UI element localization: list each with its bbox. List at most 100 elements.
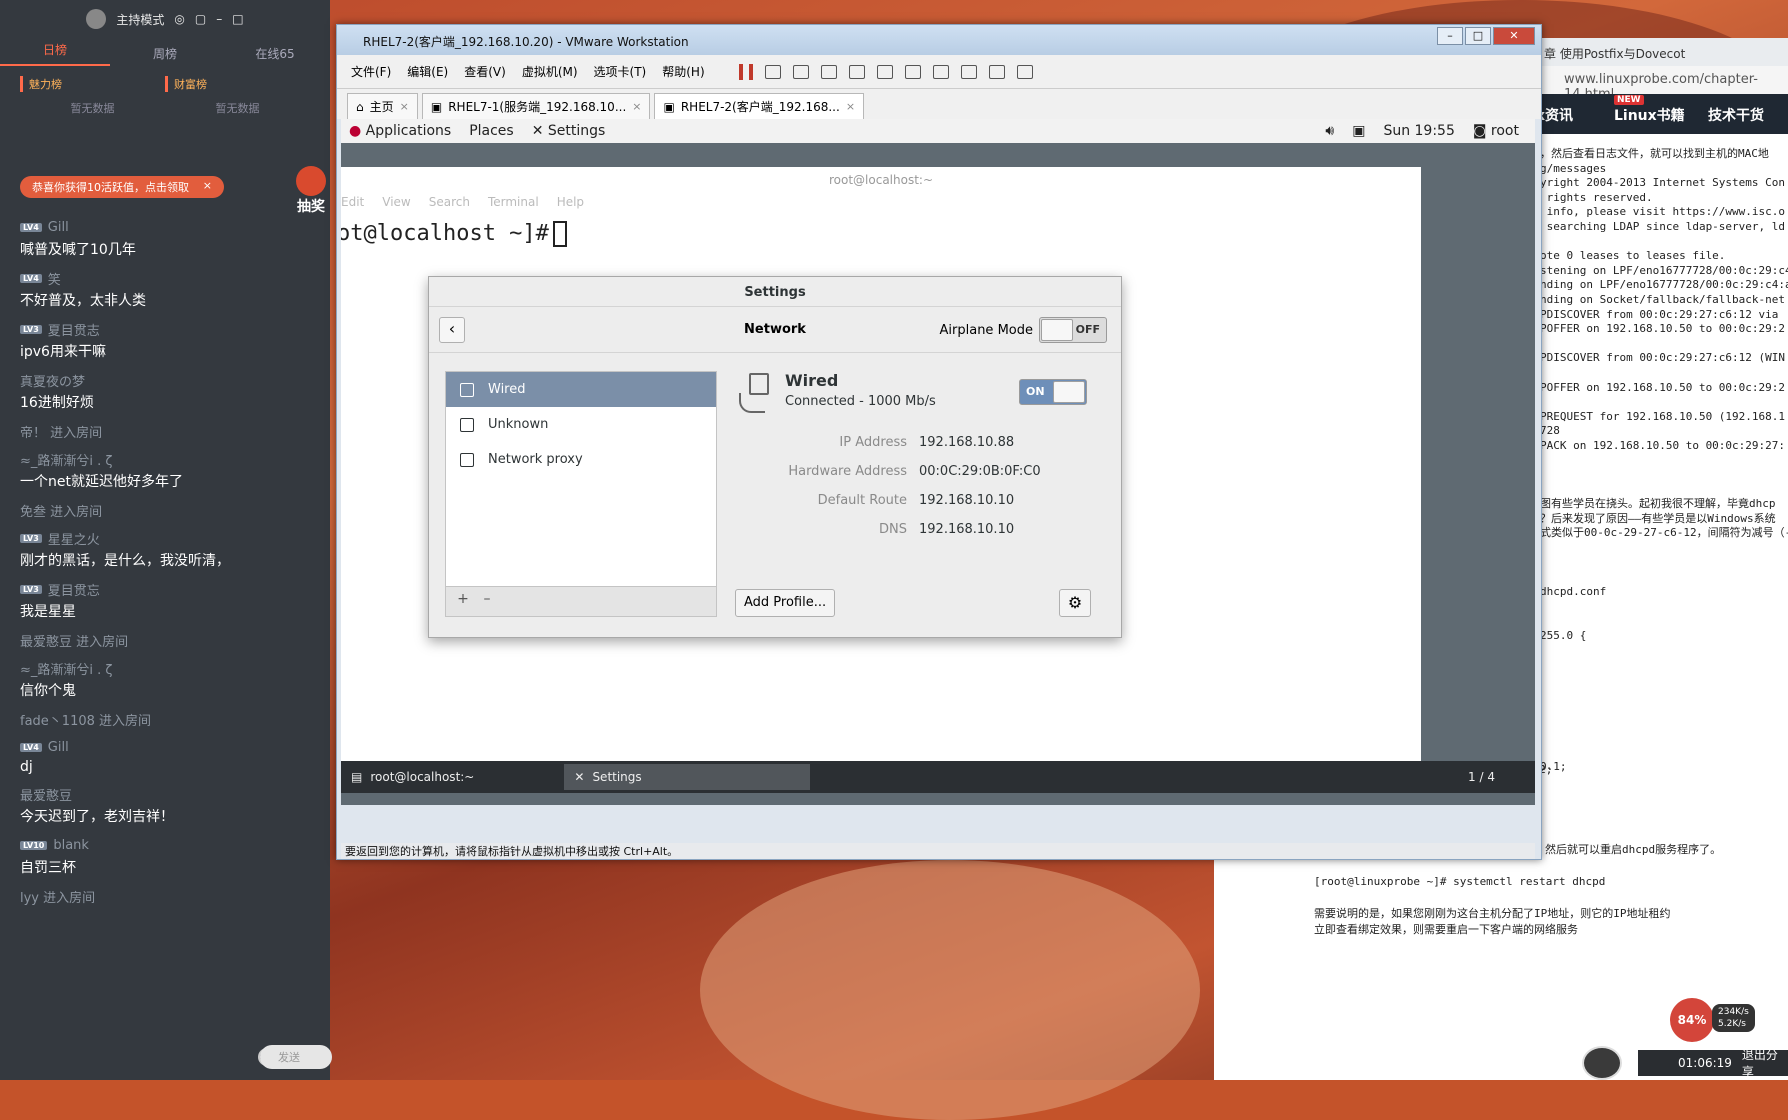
wealth-rank[interactable]: 财富榜 bbox=[165, 76, 310, 92]
wallpaper-shape bbox=[700, 860, 1200, 1120]
minimize-icon[interactable]: – bbox=[216, 12, 222, 26]
tab-home[interactable]: ⌂ 主页 × bbox=[347, 93, 418, 119]
menu-help[interactable]: Help bbox=[557, 195, 584, 215]
log-line: POFFER on 192.168.10.50 to 00:0c:29:2 bbox=[1540, 380, 1786, 394]
username[interactable]: lyy 进入房间 bbox=[20, 887, 95, 906]
host-mode-label[interactable]: 主持模式 bbox=[116, 11, 164, 28]
username[interactable]: 免叁 进入房间 bbox=[20, 501, 102, 520]
chat-message: LV4 Gill 喊普及喊了10几年 bbox=[20, 218, 320, 259]
list-label: Wired bbox=[488, 382, 526, 397]
task-terminal[interactable]: ▤ root@localhost:~ bbox=[341, 764, 484, 790]
username[interactable]: 帝！ 进入房间 bbox=[20, 422, 102, 441]
unity-icon[interactable] bbox=[960, 64, 977, 79]
message-text: 一个net就延迟他好多年了 bbox=[20, 474, 183, 490]
sidebar-icon[interactable] bbox=[876, 64, 893, 79]
tab-rhel7-2[interactable]: ▣ RHEL7-2(客户端_192.168... × bbox=[654, 93, 865, 119]
username[interactable]: 最爱憨豆 bbox=[20, 785, 72, 804]
menu-search[interactable]: Search bbox=[429, 195, 470, 215]
close-button[interactable]: ✕ bbox=[1493, 27, 1535, 45]
menu-file[interactable]: 文件(F) bbox=[351, 63, 391, 80]
menu-edit[interactable]: Edit bbox=[341, 195, 364, 215]
wired-icon bbox=[460, 382, 474, 397]
username[interactable]: fade丶1108 进入房间 bbox=[20, 710, 151, 729]
cpu-percent[interactable]: 84% bbox=[1670, 998, 1714, 1042]
username[interactable]: ≈_路漸漸兮i . ζ bbox=[20, 659, 112, 678]
charm-rank[interactable]: 魅力榜 bbox=[20, 76, 165, 92]
log-line: dhcpd.conf bbox=[1540, 584, 1607, 598]
menu-view[interactable]: View bbox=[382, 195, 410, 215]
wired-switch[interactable]: ON bbox=[1019, 379, 1087, 405]
network-icon[interactable]: ▣ bbox=[1352, 123, 1365, 139]
menu-help[interactable]: 帮助(H) bbox=[662, 63, 704, 80]
places-menu[interactable]: Places bbox=[469, 123, 514, 139]
airplane-switch[interactable]: OFF bbox=[1039, 317, 1107, 343]
pause-icon[interactable] bbox=[738, 63, 753, 80]
terminal-prompt[interactable]: ot@localhost ~]# bbox=[341, 215, 1421, 247]
send-ctrl-alt-del-icon[interactable] bbox=[764, 64, 781, 79]
lottery-button[interactable]: 抽奖 bbox=[292, 166, 330, 216]
fullscreen-icon[interactable] bbox=[932, 64, 949, 79]
snapshot-icon[interactable] bbox=[792, 64, 809, 79]
applications-menu[interactable]: ● Applications bbox=[349, 123, 451, 139]
add-icon[interactable]: + bbox=[452, 591, 474, 611]
task-settings[interactable]: ✕ Settings bbox=[564, 764, 811, 790]
username[interactable]: 夏目贯忘 bbox=[48, 580, 100, 599]
list-item-wired[interactable]: Wired bbox=[446, 372, 716, 407]
vm-icon: ▣ bbox=[663, 99, 675, 114]
settings-icon[interactable]: ◎ bbox=[174, 12, 184, 26]
username[interactable]: ≈_路漸漸兮i . ζ bbox=[20, 450, 112, 469]
thumbnail-icon[interactable] bbox=[904, 64, 921, 79]
menu-vm[interactable]: 虚拟机(M) bbox=[522, 63, 578, 80]
chat-message: LV3 夏目贯忘 我是星星 bbox=[20, 580, 320, 621]
remove-icon[interactable]: – bbox=[476, 591, 498, 611]
user-menu[interactable]: ◙ root bbox=[1473, 123, 1519, 139]
volume-icon[interactable]: 🔊︎ bbox=[1325, 123, 1334, 139]
username[interactable]: 星星之火 bbox=[48, 529, 100, 548]
list-item-network-proxy[interactable]: Network proxy bbox=[446, 442, 716, 477]
close-icon[interactable]: × bbox=[632, 100, 641, 113]
tab-weekly[interactable]: 周榜 bbox=[110, 45, 220, 62]
console-icon[interactable] bbox=[988, 64, 1005, 79]
applications-label: Applications bbox=[365, 123, 452, 139]
nav-tech[interactable]: 技术干货 bbox=[1708, 105, 1764, 125]
clock[interactable]: Sun 19:55 bbox=[1383, 123, 1454, 139]
snapshot-manager-icon[interactable] bbox=[848, 64, 865, 79]
gear-icon[interactable]: ⚙ bbox=[1059, 589, 1091, 617]
username[interactable]: Gill bbox=[48, 220, 69, 235]
username[interactable]: blank bbox=[53, 838, 89, 853]
chat-input[interactable]: 发送 bbox=[260, 1045, 332, 1069]
stretch-icon[interactable] bbox=[1016, 64, 1033, 79]
minimize-button[interactable]: – bbox=[1437, 27, 1463, 45]
reward-notice[interactable]: 恭喜你获得10活跃值，点击领取 × bbox=[20, 176, 224, 198]
username[interactable]: 夏目贯志 bbox=[48, 320, 100, 339]
tab-daily[interactable]: 日榜 bbox=[0, 41, 110, 66]
maximize-button[interactable]: □ bbox=[1465, 27, 1491, 45]
menu-edit[interactable]: 编辑(E) bbox=[407, 63, 448, 80]
tab-online[interactable]: 在线65 bbox=[220, 45, 330, 62]
menu-view[interactable]: 查看(V) bbox=[464, 63, 506, 80]
exit-share-button[interactable]: 退出分享 bbox=[1742, 1046, 1788, 1080]
username[interactable]: Gill bbox=[48, 740, 69, 755]
close-icon[interactable]: × bbox=[400, 100, 409, 113]
window-icon[interactable]: ▢ bbox=[195, 12, 206, 26]
maximize-icon[interactable]: □ bbox=[232, 12, 243, 26]
tab-rhel7-1[interactable]: ▣ RHEL7-1(服务端_192.168.10... × bbox=[421, 93, 651, 119]
menu-tabs[interactable]: 选项卡(T) bbox=[594, 63, 647, 80]
username[interactable]: 最爱憨豆 进入房间 bbox=[20, 631, 128, 650]
log-line: PDISCOVER from 00:0c:29:27:c6:12 (WIN bbox=[1540, 351, 1786, 365]
username[interactable]: 笑 bbox=[48, 269, 61, 288]
workspace-pager[interactable]: 1 / 4 bbox=[1468, 770, 1495, 784]
add-profile-button[interactable]: Add Profile... bbox=[735, 589, 836, 617]
nav-books[interactable]: Linux书籍 bbox=[1614, 105, 1685, 125]
browser-tab-title: 章 使用Postfix与Dovecot bbox=[1544, 47, 1686, 61]
menu-terminal[interactable]: Terminal bbox=[488, 195, 539, 215]
username[interactable]: 真夏夜の梦 bbox=[20, 371, 85, 390]
tools-icon: ✕ bbox=[531, 123, 544, 139]
close-icon[interactable]: × bbox=[846, 100, 855, 113]
revert-snapshot-icon[interactable] bbox=[820, 64, 837, 79]
close-icon[interactable]: × bbox=[203, 179, 212, 192]
list-item-unknown[interactable]: Unknown bbox=[446, 407, 716, 442]
active-app-menu[interactable]: ✕ Settings bbox=[532, 123, 606, 139]
